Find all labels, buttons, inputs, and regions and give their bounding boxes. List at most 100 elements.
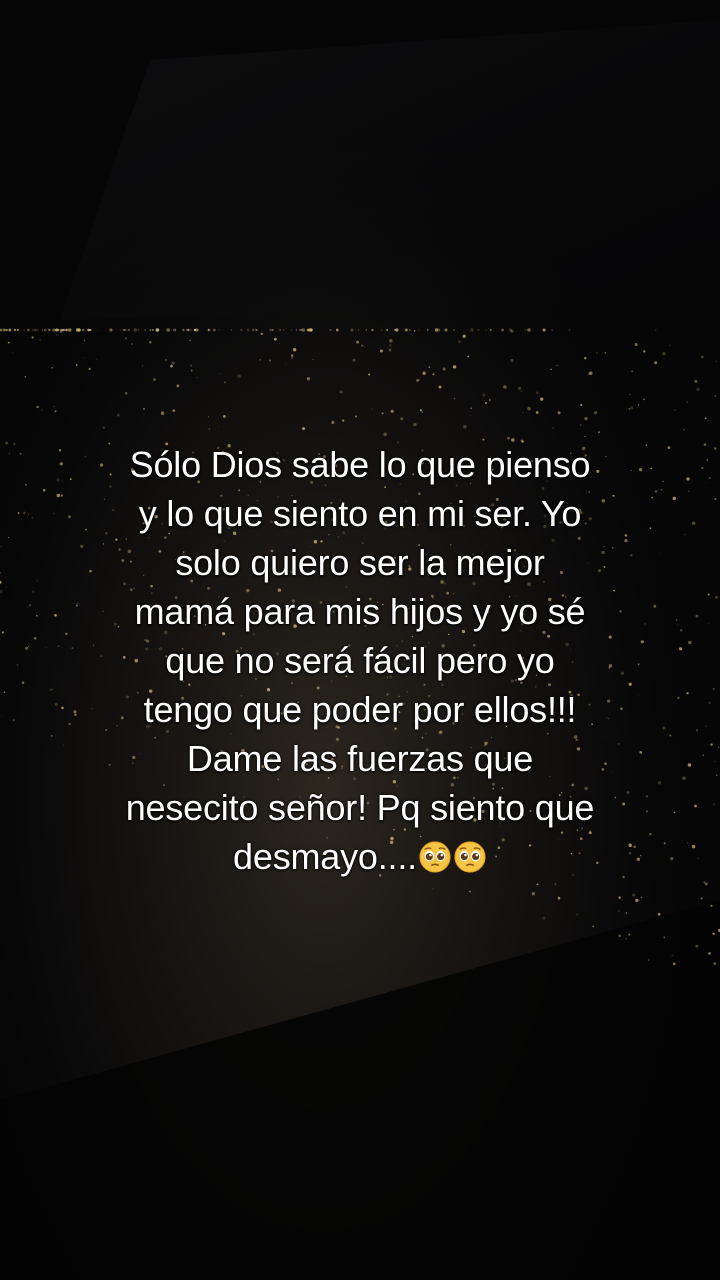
city-light (41, 329, 44, 331)
city-light (23, 511, 26, 515)
city-light (416, 379, 419, 382)
city-light (687, 842, 689, 844)
city-light (182, 328, 185, 332)
caption-line: Sólo Dios sabe lo que pienso (129, 444, 591, 485)
city-light (237, 374, 241, 378)
city-light (259, 359, 262, 361)
city-light (714, 760, 716, 762)
city-light (551, 329, 553, 331)
city-light (469, 414, 472, 417)
city-light (596, 352, 598, 354)
city-light (662, 480, 664, 483)
city-light (82, 328, 85, 332)
city-light (568, 329, 570, 331)
city-light (88, 367, 91, 370)
city-light (223, 381, 226, 384)
city-light (683, 428, 685, 431)
city-light (60, 328, 63, 332)
city-light (550, 368, 552, 371)
city-light (218, 426, 220, 428)
city-light (1, 631, 4, 634)
city-light (149, 341, 152, 344)
city-light (431, 887, 433, 889)
city-light (708, 701, 711, 704)
city-light (708, 952, 711, 955)
city-light (667, 446, 671, 449)
city-light (53, 405, 55, 407)
city-light (354, 415, 357, 418)
city-light (489, 329, 492, 331)
city-light (592, 925, 595, 928)
city-light (536, 391, 539, 394)
city-light (25, 483, 28, 486)
city-light (149, 329, 152, 331)
city-light (188, 328, 192, 332)
city-light (618, 934, 622, 938)
city-light (704, 882, 708, 886)
city-light (520, 390, 523, 393)
city-light (463, 425, 467, 429)
caption-line: desmayo.... (233, 836, 417, 877)
city-light (696, 729, 699, 732)
city-light (122, 328, 126, 332)
city-light (715, 360, 717, 362)
city-light (409, 329, 411, 331)
city-light (283, 329, 285, 331)
city-light (295, 329, 298, 331)
city-light (152, 378, 156, 382)
city-light (445, 328, 448, 332)
city-light (671, 954, 674, 957)
city-light (432, 373, 435, 376)
city-light (686, 691, 689, 695)
city-light (133, 328, 137, 332)
city-light (657, 912, 661, 916)
city-light (49, 688, 53, 691)
caption-line: nesecito señor! Pq siento que (125, 787, 595, 828)
city-light (299, 329, 301, 331)
city-light (694, 804, 697, 808)
city-light (12, 719, 15, 722)
city-light (694, 379, 698, 383)
city-light (700, 897, 703, 900)
city-light (381, 329, 382, 331)
city-light (557, 411, 561, 415)
city-light (269, 328, 272, 332)
city-light (3, 691, 6, 694)
city-light (12, 351, 14, 353)
city-light (700, 355, 704, 359)
city-light (428, 366, 431, 368)
city-light (51, 366, 54, 369)
city-light (679, 628, 683, 632)
city-light (2, 328, 6, 332)
city-light (102, 426, 106, 429)
city-light (371, 408, 373, 410)
city-light (363, 345, 365, 347)
city-light (663, 936, 666, 939)
city-light (705, 725, 707, 727)
city-light (32, 329, 34, 331)
city-light (673, 811, 676, 814)
city-light (83, 357, 85, 359)
city-light (458, 340, 461, 343)
city-light (631, 370, 633, 373)
city-light (8, 452, 10, 455)
city-light (53, 512, 55, 515)
city-light (679, 647, 683, 651)
city-light (52, 328, 56, 332)
city-light (628, 933, 631, 936)
city-light (674, 409, 676, 411)
caption-text: Sólo Dios sabe lo que pienso y lo que si… (60, 440, 660, 881)
city-light (682, 776, 686, 780)
city-light (383, 432, 387, 437)
city-light (68, 328, 72, 332)
city-light (251, 328, 255, 332)
city-light (5, 586, 7, 588)
city-light (604, 352, 607, 354)
city-light (110, 328, 113, 332)
city-light (635, 898, 639, 903)
city-light (302, 427, 306, 431)
city-light (413, 330, 416, 332)
city-light (290, 329, 292, 331)
city-light (696, 387, 700, 391)
city-light (712, 687, 715, 691)
